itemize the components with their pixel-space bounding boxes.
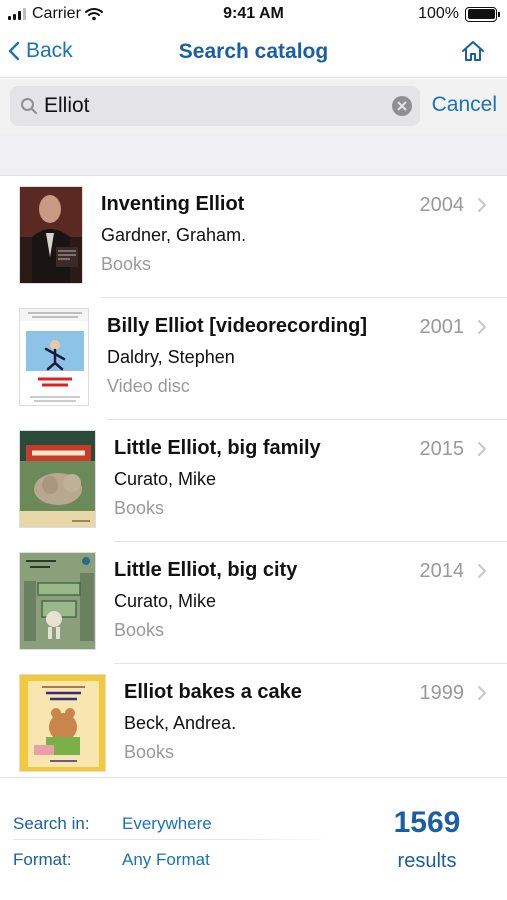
format-label: Format: [13, 850, 72, 869]
navigation-bar: Back Search catalog [0, 30, 507, 78]
result-author: Beck, Andrea. [124, 713, 237, 733]
chevron-right-icon [478, 198, 486, 212]
back-label: Back [26, 39, 73, 62]
chevron-right-icon [478, 442, 486, 456]
section-spacer [0, 133, 507, 176]
clear-search-icon[interactable] [392, 96, 412, 121]
footer-divider [13, 839, 333, 840]
result-year: 2014 [419, 560, 465, 582]
result-count: 1569 [393, 806, 461, 839]
battery-percent: 100% [418, 5, 459, 22]
result-item[interactable]: Billy Elliot [videorecording] Daldry, St… [0, 298, 507, 420]
result-format: Books [124, 742, 175, 762]
chevron-right-icon [478, 320, 486, 334]
chevron-right-icon [478, 686, 486, 700]
search-in-selector[interactable]: Everywhere [122, 814, 212, 834]
cancel-button[interactable]: Cancel [432, 93, 497, 117]
book-cover-image [19, 430, 96, 528]
result-item[interactable]: Little Elliot, big family Curato, Mike B… [0, 420, 507, 542]
status-bar: Carrier 9:41 AM 100% [0, 0, 507, 30]
result-item[interactable]: Little Elliot, big city Curato, Mike Boo… [0, 542, 507, 664]
result-title: Little Elliot, big city [114, 559, 298, 581]
search-in-label: Search in: [13, 814, 90, 833]
search-field[interactable] [10, 86, 420, 126]
search-input[interactable] [44, 94, 364, 118]
book-cover-image [19, 674, 106, 772]
format-selector[interactable]: Any Format [122, 850, 210, 870]
dvd-cover-image [19, 308, 89, 406]
result-year: 2015 [419, 438, 465, 460]
result-year: 1999 [419, 682, 465, 704]
result-format: Books [101, 254, 152, 274]
result-item[interactable]: Elliot bakes a cake Beck, Andrea. Books … [0, 664, 507, 776]
result-author: Curato, Mike [114, 591, 217, 611]
result-title: Little Elliot, big family [114, 437, 321, 459]
status-right: 100% [418, 5, 500, 23]
search-bar: Cancel [0, 79, 507, 133]
chevron-left-icon [8, 41, 20, 61]
results-label: results [397, 850, 457, 872]
result-year: 2001 [419, 316, 465, 338]
result-list: Inventing Elliot Gardner, Graham. Books … [0, 176, 507, 776]
back-button[interactable]: Back [8, 39, 73, 63]
result-title: Billy Elliot [videorecording] [107, 315, 368, 337]
result-title: Elliot bakes a cake [124, 681, 302, 703]
page-title: Search catalog [178, 40, 329, 63]
result-format: Books [114, 620, 165, 640]
result-format: Video disc [107, 376, 190, 396]
chevron-right-icon [478, 564, 486, 578]
result-author: Gardner, Graham. [101, 225, 247, 245]
book-cover-image [19, 552, 96, 650]
home-icon [462, 41, 484, 61]
search-footer: Search in: Everywhere Format: Any Format… [0, 777, 507, 900]
result-item[interactable]: Inventing Elliot Gardner, Graham. Books … [0, 176, 507, 298]
result-format: Books [114, 498, 165, 518]
book-cover-image [19, 186, 83, 284]
result-author: Curato, Mike [114, 469, 217, 489]
search-icon [20, 97, 38, 115]
result-title: Inventing Elliot [101, 193, 245, 215]
result-year: 2004 [419, 194, 465, 216]
home-button[interactable] [461, 40, 485, 67]
result-author: Daldry, Stephen [107, 347, 235, 367]
battery-icon [465, 6, 500, 22]
